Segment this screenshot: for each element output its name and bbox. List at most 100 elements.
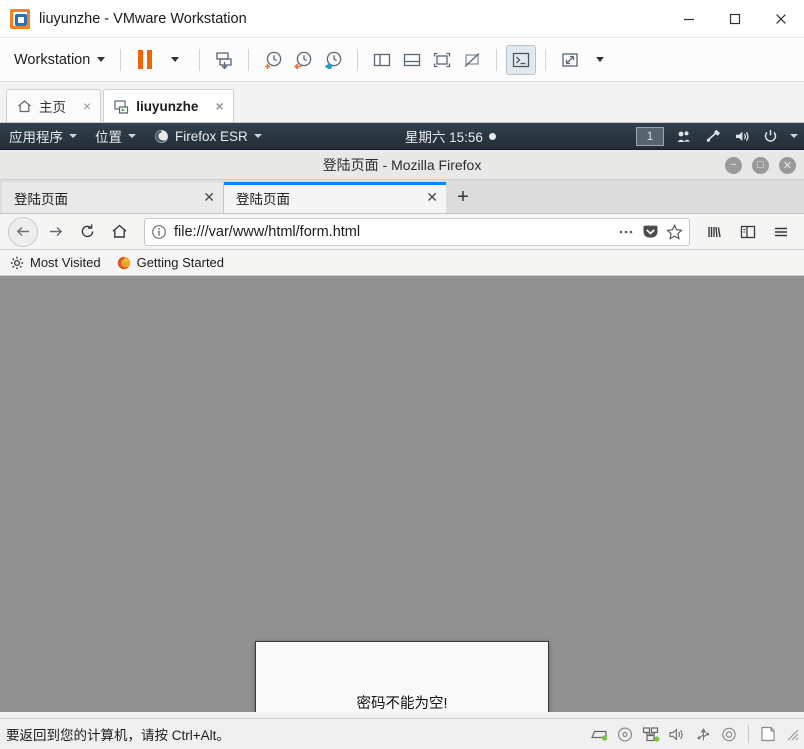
firefox-tab-2[interactable]: 登陆页面 ✕ xyxy=(224,182,446,213)
firefox-icon xyxy=(117,256,130,269)
stretch-dropdown-button[interactable] xyxy=(585,45,615,75)
sidebar-left-icon xyxy=(374,53,391,66)
users-icon[interactable] xyxy=(670,129,699,144)
places-menu-label: 位置 xyxy=(95,130,122,145)
unity-off-icon xyxy=(464,52,480,67)
manage-vm-button[interactable] xyxy=(209,45,239,75)
show-thumbnail-bar-button[interactable] xyxy=(397,45,427,75)
library-icon xyxy=(708,226,721,237)
home-button[interactable] xyxy=(104,217,134,247)
guest-screen[interactable]: 应用程序 位置 Firefox ESR 星期六 15:56 1 登陆页面 - M… xyxy=(0,123,804,718)
unity-mode-button[interactable] xyxy=(457,45,487,75)
firefox-nav-right-buttons xyxy=(700,217,796,247)
bookmark-most-visited-label: Most Visited xyxy=(30,255,101,270)
new-tab-button[interactable]: + xyxy=(446,182,480,213)
revert-snapshot-button[interactable] xyxy=(288,45,318,75)
sidebar-button[interactable] xyxy=(733,217,763,247)
vmware-workstation-window: liuyunzhe - VMware Workstation Workstati… xyxy=(0,0,804,749)
expand-arrows-icon xyxy=(562,52,578,67)
info-circle-icon[interactable] xyxy=(151,224,167,240)
snapshot-manager-button[interactable] xyxy=(318,45,348,75)
toolbar-separator xyxy=(496,48,498,71)
vmware-device-icons xyxy=(587,722,800,746)
firefox-tab-1-label: 登陆页面 xyxy=(14,191,68,207)
pause-dropdown-button[interactable] xyxy=(160,45,190,75)
chevron-down-icon xyxy=(596,57,605,62)
toolbar-separator xyxy=(120,48,122,71)
fullscreen-box-icon xyxy=(434,52,451,67)
firefox-window-controls: − □ ✕ xyxy=(725,150,796,180)
back-button[interactable] xyxy=(8,216,38,247)
firefox-tab-1-close[interactable]: ✕ xyxy=(195,189,215,206)
stretch-guest-button[interactable] xyxy=(555,45,585,75)
ff-close-button[interactable]: ✕ xyxy=(779,156,796,174)
toolbar-separator xyxy=(545,48,547,71)
url-input[interactable]: file:///var/www/html/form.html xyxy=(174,224,610,240)
vmware-tab-liuyunzhe-close[interactable]: × xyxy=(215,98,223,114)
workspace-switcher[interactable]: 1 xyxy=(636,126,665,146)
places-menu[interactable]: 位置 xyxy=(86,123,145,150)
printer-icon[interactable] xyxy=(717,722,741,746)
firefox-panel-menu[interactable]: Firefox ESR xyxy=(145,123,271,150)
panel-clock[interactable]: 星期六 15:56 xyxy=(405,126,496,146)
full-screen-button[interactable] xyxy=(427,45,457,75)
vmware-logo-icon xyxy=(10,8,30,29)
ff-minimize-button[interactable]: − xyxy=(725,156,742,174)
network-adapter-icon[interactable] xyxy=(639,722,663,746)
message-log-icon[interactable] xyxy=(756,722,780,746)
snapshot-manager-icon xyxy=(325,51,342,69)
show-library-button[interactable] xyxy=(367,45,397,75)
usb-device-icon[interactable] xyxy=(691,722,715,746)
applications-menu[interactable]: 应用程序 xyxy=(0,123,86,150)
console-prompt-icon xyxy=(513,52,530,67)
star-icon[interactable] xyxy=(666,223,683,240)
ff-maximize-button[interactable]: □ xyxy=(752,156,769,174)
arrow-left-icon xyxy=(16,226,29,237)
panel-bottom-icon xyxy=(404,53,421,66)
page-content[interactable]: 提交 密码不能为空! OK xyxy=(0,276,804,712)
vmware-title-bar: liuyunzhe - VMware Workstation xyxy=(0,0,804,38)
network-wired-icon[interactable] xyxy=(699,129,728,144)
close-button[interactable] xyxy=(758,0,804,38)
vmware-window-title: liuyunzhe - VMware Workstation xyxy=(39,10,247,27)
firefox-navigation-bar: file:///var/www/html/form.html xyxy=(0,214,804,250)
hard-disk-icon[interactable] xyxy=(587,722,611,746)
reload-button[interactable] xyxy=(72,217,102,247)
bookmarks-toolbar: Most Visited Getting Started xyxy=(0,250,804,276)
toolbar-separator xyxy=(357,48,359,71)
url-bar[interactable]: file:///var/www/html/form.html xyxy=(144,217,690,246)
forward-button[interactable] xyxy=(40,217,70,247)
notification-dot-icon xyxy=(488,132,496,140)
firefox-tab-1[interactable]: 登陆页面 ✕ xyxy=(2,182,224,213)
resize-grip[interactable] xyxy=(784,726,800,742)
chevron-down-icon[interactable] xyxy=(784,134,804,138)
alert-dialog: 密码不能为空! OK xyxy=(255,641,549,712)
bookmark-getting-started[interactable]: Getting Started xyxy=(117,255,224,270)
pause-vm-button[interactable] xyxy=(130,45,160,75)
panel-clock-label: 星期六 15:56 xyxy=(404,130,483,145)
hamburger-menu-button[interactable] xyxy=(766,217,796,247)
vmware-tab-home-close[interactable]: × xyxy=(83,98,91,114)
bookmark-most-visited[interactable]: Most Visited xyxy=(10,255,101,270)
vmware-tab-home[interactable]: 主页 × xyxy=(6,89,102,122)
power-icon[interactable] xyxy=(757,129,784,144)
firefox-tab-2-close[interactable]: ✕ xyxy=(418,189,438,206)
vmware-tab-liuyunzhe[interactable]: liuyunzhe × xyxy=(103,89,234,122)
toolbar-separator xyxy=(248,48,250,71)
take-snapshot-button[interactable] xyxy=(258,45,288,75)
cd-dvd-icon[interactable] xyxy=(613,722,637,746)
workstation-menu-button[interactable]: Workstation xyxy=(8,48,111,72)
minimize-button[interactable] xyxy=(666,0,712,38)
firefox-tab-bar: 登陆页面 ✕ 登陆页面 ✕ + xyxy=(0,180,804,214)
library-button[interactable] xyxy=(700,217,730,247)
sound-card-icon[interactable] xyxy=(665,722,689,746)
ellipsis-icon[interactable] xyxy=(617,224,635,240)
pocket-icon[interactable] xyxy=(642,224,659,240)
maximize-button[interactable] xyxy=(712,0,758,38)
volume-icon[interactable] xyxy=(728,129,757,144)
firefox-window: 登陆页面 - Mozilla Firefox − □ ✕ 登陆页面 ✕ 登陆页面… xyxy=(0,150,804,718)
chevron-down-icon xyxy=(128,134,136,138)
bookmark-getting-started-label: Getting Started xyxy=(136,255,225,270)
firefox-panel-menu-label: Firefox ESR xyxy=(175,128,248,144)
console-view-button[interactable] xyxy=(506,44,537,75)
